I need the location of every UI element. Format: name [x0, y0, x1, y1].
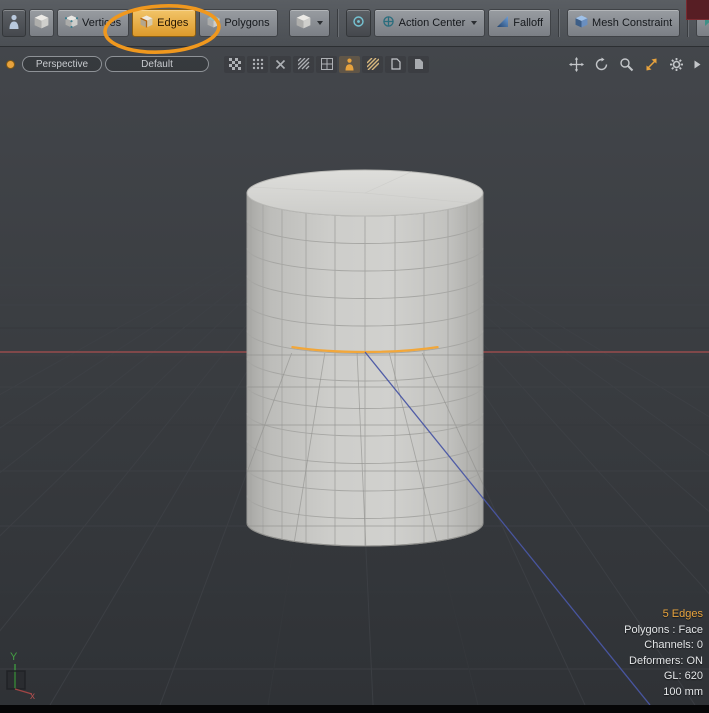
viewport-active-dot-icon[interactable]: [6, 60, 15, 69]
items-mode-button[interactable]: [2, 9, 26, 37]
rotate-view-button[interactable]: [591, 56, 612, 73]
edges-mode-label: Edges: [157, 17, 188, 29]
chevron-down-icon: [317, 21, 323, 25]
viewport-toolbar: Perspective Default: [0, 55, 709, 73]
polygons-cube-icon: [207, 15, 220, 31]
hatch-icon: [367, 58, 379, 70]
modo-window: Vertices Edges Polygons: [0, 0, 709, 713]
item-selection-dropdown[interactable]: [289, 9, 330, 37]
viewport-settings-button[interactable]: [666, 56, 687, 73]
cube-icon: [34, 14, 49, 32]
chevron-down-icon: [471, 21, 477, 25]
wireframe-off-button[interactable]: [270, 56, 291, 73]
viewport-option-icons: [224, 56, 429, 73]
expand-panel-button[interactable]: [691, 56, 703, 73]
dot-grid-toggle-button[interactable]: [247, 56, 268, 73]
zoom-view-button[interactable]: [616, 56, 637, 73]
viewport-status: 5 Edges Polygons : Face Channels: 0 Defo…: [624, 607, 703, 700]
vertices-cube-icon: [65, 15, 78, 31]
toolbar-separator: [558, 9, 560, 37]
page-option-2-button[interactable]: [408, 56, 429, 73]
axis-target-icon: [351, 14, 366, 32]
document-icon: [391, 58, 401, 70]
orange-hatch-button[interactable]: [362, 56, 383, 73]
viewport-3d: Y x Perspective Default: [0, 47, 709, 705]
status-selection: 5 Edges: [624, 607, 703, 623]
page-option-button[interactable]: [385, 56, 406, 73]
gradient-ramp-icon: [496, 15, 509, 31]
polygons-mode-button[interactable]: Polygons: [199, 9, 277, 37]
status-deformers: Deformers: ON: [624, 654, 703, 670]
dot-grid-icon: [252, 58, 264, 70]
pan-icon: [569, 57, 584, 72]
x-icon: [275, 59, 286, 70]
gear-icon: [669, 57, 684, 72]
grid-shade-button[interactable]: [316, 56, 337, 73]
viewport-canvas[interactable]: Y x: [0, 47, 709, 705]
checkerboard-icon: [229, 58, 241, 70]
mesh-constraint-button[interactable]: Mesh Constraint: [567, 9, 680, 37]
rotate-icon: [594, 57, 609, 72]
show-actors-button[interactable]: [339, 56, 360, 73]
zoom-icon: [619, 57, 634, 72]
status-channels: Channels: 0: [624, 638, 703, 654]
maximize-viewport-button[interactable]: [641, 56, 662, 73]
mesh-constraint-label: Mesh Constraint: [592, 17, 672, 29]
vertices-mode-button[interactable]: Vertices: [57, 9, 129, 37]
edges-cube-icon: [140, 15, 153, 31]
shading-style-dropdown[interactable]: Default: [105, 56, 209, 72]
falloff-button[interactable]: Falloff: [488, 9, 551, 37]
items-selection-button[interactable]: [29, 9, 54, 37]
falloff-label: Falloff: [513, 17, 543, 29]
view-type-dropdown[interactable]: Perspective: [22, 56, 102, 72]
status-polygons-mode: Polygons : Face: [624, 623, 703, 639]
document-icon: [414, 58, 424, 70]
gizmo-y-label: Y: [10, 651, 18, 663]
grid-icon: [321, 58, 333, 70]
cube-icon: [296, 14, 311, 32]
vertices-mode-label: Vertices: [82, 17, 121, 29]
edges-mode-button[interactable]: Edges: [132, 9, 196, 37]
status-grid-size: 100 mm: [624, 685, 703, 701]
person-icon: [7, 14, 21, 33]
toolbar-separator: [337, 9, 339, 37]
dark-red-corner-block: [686, 0, 709, 20]
hatch-icon: [298, 58, 310, 70]
person-icon: [344, 58, 355, 71]
play-icon: [694, 60, 701, 69]
pan-view-button[interactable]: [566, 56, 587, 73]
main-toolbar: Vertices Edges Polygons: [0, 0, 709, 47]
status-gl: GL: 620: [624, 669, 703, 685]
crosshair-circle-icon: [382, 15, 395, 31]
polygons-mode-label: Polygons: [224, 17, 269, 29]
action-center-button[interactable]: Action Center: [374, 9, 486, 37]
view-type-label: Perspective: [36, 59, 88, 70]
gizmo-origin-box: [7, 671, 25, 689]
pivot-tool-button[interactable]: [346, 9, 371, 37]
maximize-icon: [644, 57, 659, 72]
hatch-shade-button[interactable]: [293, 56, 314, 73]
gizmo-x-label: x: [30, 691, 35, 702]
viewport-nav-icons: [566, 56, 703, 73]
dither-toggle-button[interactable]: [224, 56, 245, 73]
bottom-edge-strip: [0, 705, 709, 713]
shading-style-label: Default: [141, 59, 173, 70]
mesh-cube-icon: [575, 15, 588, 31]
action-center-label: Action Center: [399, 17, 466, 29]
